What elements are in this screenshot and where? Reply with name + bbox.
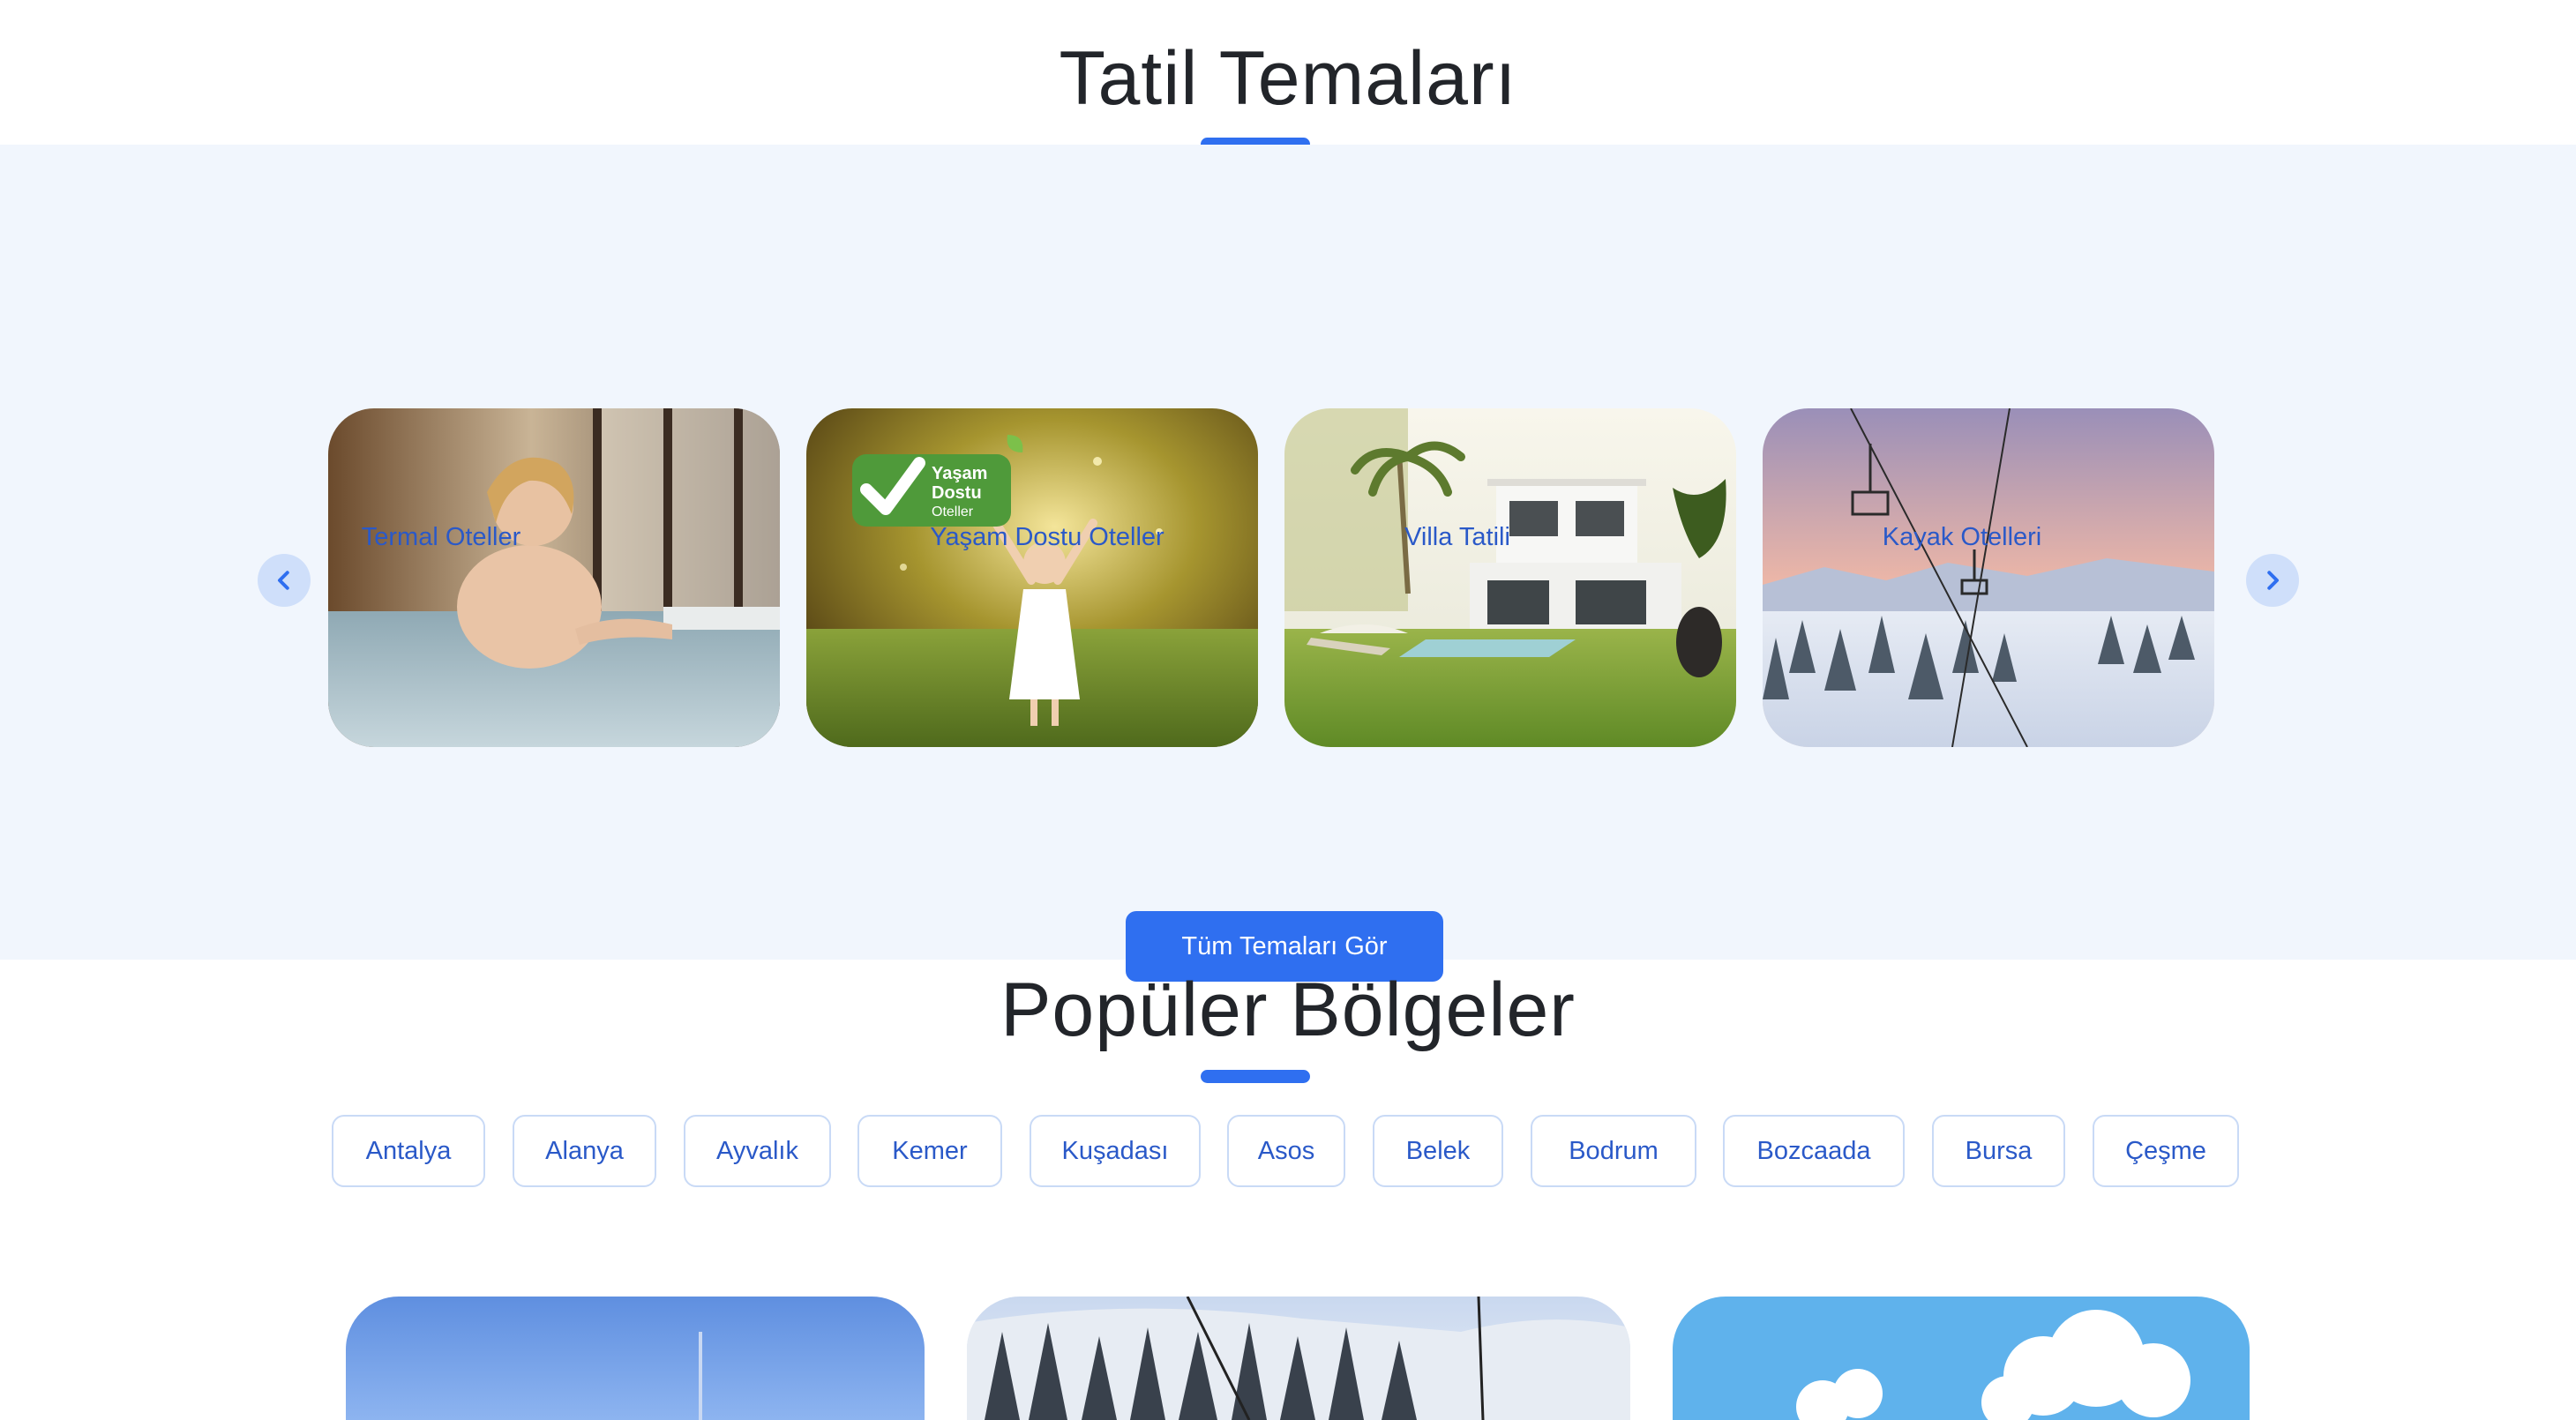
region-chip-kusadasi[interactable]: Kuşadası bbox=[1030, 1115, 1201, 1187]
region-chip-asos[interactable]: Asos bbox=[1227, 1115, 1345, 1187]
theme-image-yasam-dostu[interactable]: Yaşam Dostu Oteller bbox=[806, 408, 1258, 747]
region-card-1[interactable] bbox=[346, 1297, 925, 1420]
theme-image-villa[interactable] bbox=[1284, 408, 1736, 747]
region-chip-bodrum[interactable]: Bodrum bbox=[1531, 1115, 1696, 1187]
region-chip-alanya[interactable]: Alanya bbox=[513, 1115, 656, 1187]
region-chip-kemer[interactable]: Kemer bbox=[857, 1115, 1002, 1187]
badge-line-3: Oteller bbox=[932, 504, 974, 519]
carousel-prev-button[interactable] bbox=[258, 554, 311, 607]
region-image-2[interactable] bbox=[967, 1297, 1630, 1420]
theme-card-kayak[interactable] bbox=[1763, 408, 2214, 747]
theme-label-villa[interactable]: Villa Tatili bbox=[1385, 523, 1530, 552]
theme-card-villa[interactable] bbox=[1284, 408, 1736, 747]
region-chip-cesme[interactable]: Çeşme bbox=[2093, 1115, 2239, 1187]
region-chip-antalya[interactable]: Antalya bbox=[332, 1115, 485, 1187]
badge-line-1: Yaşam bbox=[932, 464, 987, 483]
region-chip-bursa[interactable]: Bursa bbox=[1932, 1115, 2065, 1187]
theme-image-kayak[interactable] bbox=[1763, 408, 2214, 747]
theme-card-yasam-dostu[interactable]: Yaşam Dostu Oteller bbox=[806, 408, 1258, 747]
carousel-next-button[interactable] bbox=[2246, 554, 2299, 607]
chevron-left-icon bbox=[278, 571, 289, 590]
region-chip-bozcaada[interactable]: Bozcaada bbox=[1723, 1115, 1905, 1187]
region-card-2[interactable] bbox=[967, 1297, 1630, 1420]
region-image-1[interactable] bbox=[346, 1297, 925, 1420]
badge-line-2: Dostu bbox=[932, 483, 982, 503]
chevron-right-icon bbox=[2267, 571, 2279, 590]
themes-section-title: Tatil Temaları bbox=[1059, 36, 1517, 121]
region-image-3[interactable] bbox=[1673, 1297, 2250, 1420]
theme-label-termal[interactable]: Termal Oteller bbox=[328, 523, 554, 552]
title-underline bbox=[1201, 1070, 1310, 1083]
theme-label-kayak[interactable]: Kayak Otelleri bbox=[1854, 523, 2070, 552]
region-chip-belek[interactable]: Belek bbox=[1373, 1115, 1503, 1187]
region-card-3[interactable] bbox=[1673, 1297, 2250, 1420]
theme-image-termal[interactable] bbox=[328, 408, 780, 747]
region-chip-list: Antalya Alanya Ayvalık Kemer Kuşadası As… bbox=[0, 1115, 2576, 1189]
theme-card-termal[interactable] bbox=[328, 408, 780, 747]
region-chip-ayvalik[interactable]: Ayvalık bbox=[684, 1115, 831, 1187]
theme-label-yasam-dostu[interactable]: Yaşam Dostu Oteller bbox=[893, 523, 1202, 552]
regions-section-title: Popüler Bölgeler bbox=[1000, 968, 1576, 1052]
themes-carousel-section: Termal Oteller Yaşam Dostu Oteller Yaşam… bbox=[0, 145, 2576, 982]
